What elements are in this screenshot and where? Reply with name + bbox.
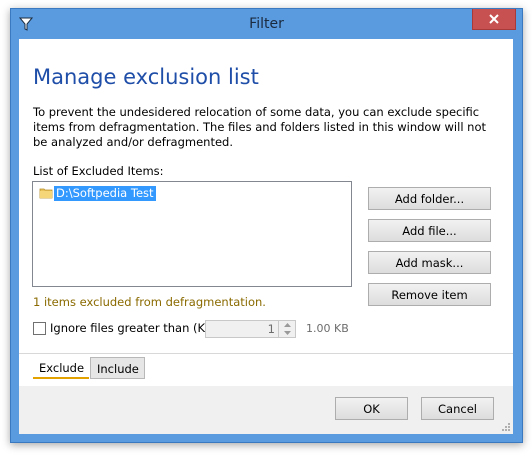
page-title: Manage exclusion list — [33, 65, 259, 89]
close-button[interactable] — [472, 9, 516, 30]
size-readout: 1.00 KB — [306, 322, 349, 335]
ok-button[interactable]: OK — [335, 397, 408, 420]
tab-include[interactable]: Include — [90, 357, 145, 379]
stepper-arrows — [278, 321, 295, 337]
stepper-down-button[interactable] — [279, 329, 295, 337]
size-limit-stepper[interactable]: 1 — [205, 320, 296, 338]
ignore-size-row: Ignore files greater than (KB): — [33, 321, 221, 335]
add-mask-button[interactable]: Add mask... — [368, 251, 491, 274]
folder-icon — [39, 188, 53, 199]
ignore-size-checkbox[interactable] — [33, 321, 46, 335]
filter-window: Filter Manage exclusion list To prevent … — [10, 8, 523, 443]
tab-divider — [19, 353, 513, 354]
chevron-up-icon — [283, 323, 291, 327]
title-bar[interactable]: Filter — [11, 9, 522, 39]
resize-grip-icon[interactable] — [501, 422, 511, 432]
remove-item-button[interactable]: Remove item — [368, 283, 491, 306]
cancel-button[interactable]: Cancel — [421, 397, 494, 420]
size-limit-value: 1 — [267, 322, 275, 336]
dialog-footer: OK Cancel — [19, 386, 513, 434]
add-folder-button[interactable]: Add folder... — [368, 187, 491, 210]
close-icon — [489, 14, 499, 24]
stepper-up-button[interactable] — [279, 321, 295, 329]
list-item-path: D:\Softpedia Test — [54, 185, 156, 201]
excluded-list-label: List of Excluded Items: — [33, 164, 164, 178]
tab-exclude[interactable]: Exclude — [33, 357, 89, 379]
exclusion-status-text: 1 items excluded from defragmentation. — [33, 295, 266, 309]
description-text: To prevent the undesidered relocation of… — [33, 105, 486, 149]
add-file-button[interactable]: Add file... — [368, 219, 491, 242]
ignore-size-label[interactable]: Ignore files greater than (KB): — [50, 321, 221, 335]
dialog-client-area: Manage exclusion list To prevent the und… — [19, 39, 513, 434]
window-title: Filter — [249, 16, 284, 32]
excluded-items-list[interactable]: D:\Softpedia Test — [32, 181, 352, 287]
chevron-down-icon — [283, 331, 291, 335]
list-item[interactable]: D:\Softpedia Test — [39, 185, 156, 201]
